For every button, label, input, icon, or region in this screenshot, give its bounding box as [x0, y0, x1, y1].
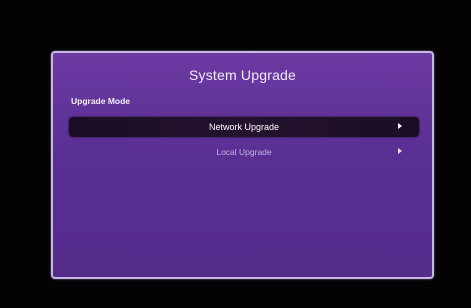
chevron-right-icon	[398, 123, 402, 129]
dialog-title: System Upgrade	[188, 67, 297, 83]
menu-item-label: Network Upgrade	[208, 122, 280, 132]
menu-item-label: Local Upgrade	[216, 147, 272, 157]
system-upgrade-dialog: System Upgrade Upgrade Mode Network Upgr…	[51, 51, 434, 279]
upgrade-mode-label: Upgrade Mode	[71, 96, 131, 106]
tv-screen: System Upgrade Upgrade Mode Network Upgr…	[0, 0, 471, 308]
chevron-right-icon	[398, 148, 402, 154]
menu-item-network-upgrade[interactable]: Network Upgrade	[69, 117, 419, 137]
menu-item-local-upgrade[interactable]: Local Upgrade	[69, 142, 419, 162]
upgrade-mode-menu: Network Upgrade Local Upgrade	[69, 117, 419, 167]
